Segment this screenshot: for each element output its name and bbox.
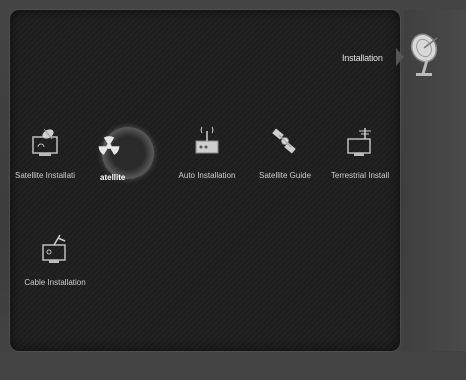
menu-item-satellite-selected[interactable]: atellite: [70, 133, 148, 182]
pointer-arrow: [396, 48, 404, 66]
menu-item-terrestrial-install[interactable]: Terrestrial Install: [321, 125, 399, 180]
radiation-icon: [98, 136, 120, 155]
antenna-box-icon: [195, 126, 219, 154]
menu-item-satellite-guide[interactable]: Satellite Guide: [246, 125, 324, 180]
menu-item-auto-installation[interactable]: Auto Installation: [168, 125, 246, 180]
menu-item-label: Auto Installation: [178, 171, 236, 180]
menu-item-label: Terrestrial Install: [330, 171, 390, 180]
cable-screen-icon: [42, 234, 66, 263]
menu-item-cable-installation[interactable]: Cable Installation: [16, 232, 94, 287]
menu-item-label: Satellite Guide: [258, 171, 312, 180]
terrestrial-screen-icon: [347, 128, 371, 156]
satellite-screen-icon: [32, 128, 58, 156]
menu-item-label: Cable Installation: [24, 278, 86, 287]
page-title: Installation: [342, 53, 383, 63]
menu-item-label: atellite: [100, 173, 126, 182]
satellite-icon: [272, 128, 296, 154]
screen: Installation Satellite Installati atelli…: [0, 0, 466, 380]
satellite-dish-icon: [410, 33, 438, 76]
